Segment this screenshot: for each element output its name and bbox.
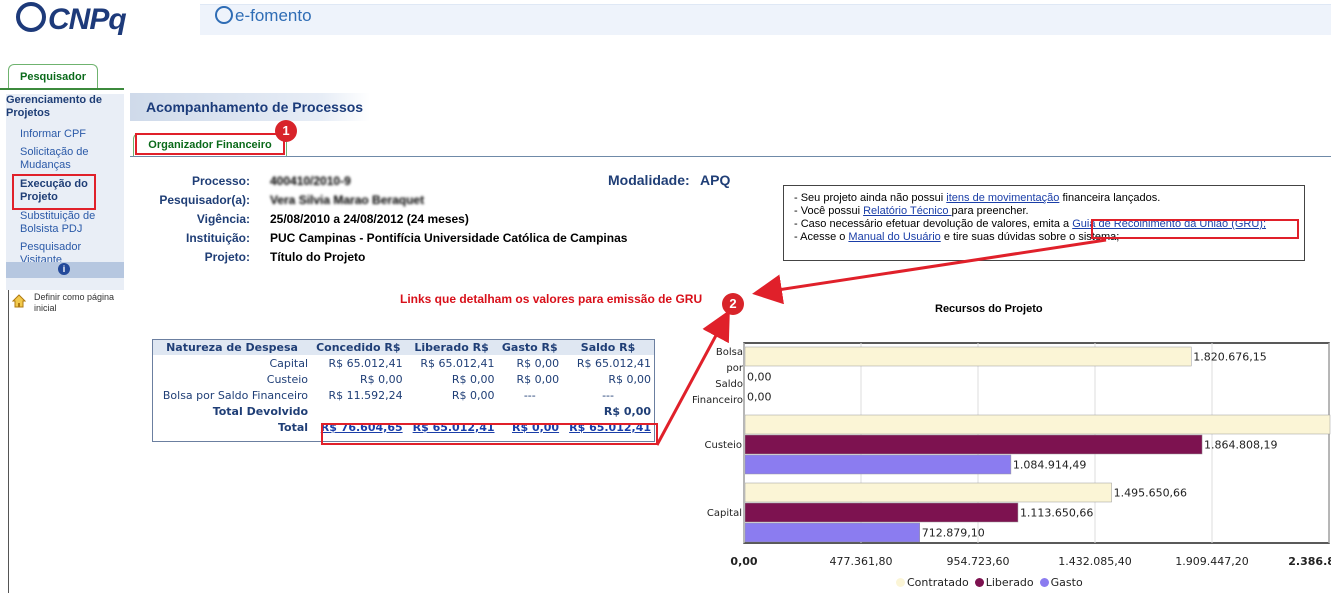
x-tick-label: 477.361,80 <box>830 555 893 567</box>
data-label: 1.864.808,19 <box>1204 439 1277 452</box>
legend-label: Gasto <box>1050 576 1083 589</box>
col-liberado: Liberado R$ <box>405 340 498 355</box>
col-natureza: Natureza de Despesa <box>153 340 312 355</box>
legend-swatch <box>896 578 905 587</box>
x-tick-label: 1.432.085,40 <box>1058 555 1131 567</box>
legend-swatch <box>974 578 984 587</box>
x-tick-label: 2.386.809,00 <box>1288 555 1331 567</box>
col-gasto: Gasto R$ <box>497 340 563 355</box>
bar <box>744 434 1203 455</box>
bar <box>744 482 1112 503</box>
col-saldo: Saldo R$ <box>562 340 654 355</box>
y-category-label: Custeio <box>705 440 743 451</box>
resources-chart: 0,00 477.361,80 954.723,60 1.432.085,40 1.90… <box>692 342 1331 567</box>
y-category-label: Bolsa <box>716 347 743 358</box>
bar <box>744 454 1012 475</box>
data-label: 0,00 <box>747 391 772 404</box>
x-tick-label: 1.909.447,20 <box>1175 555 1248 567</box>
x-tick-label: 954.723,60 <box>947 555 1010 567</box>
chart-title: Recursos do Projeto <box>935 303 1043 315</box>
y-category-label: por <box>726 363 743 374</box>
legend-label: Liberado <box>985 576 1034 589</box>
x-tick-label: 0,00 <box>730 555 757 567</box>
data-label: 0,00 <box>747 371 772 384</box>
data-label: 1.113.650,66 <box>1020 507 1093 520</box>
chart-legend: Contratado Liberado Gasto <box>890 576 1083 589</box>
data-label: 712.879,10 <box>922 527 985 540</box>
y-category-label: Saldo <box>715 379 743 390</box>
legend-label: Contratado <box>907 576 969 589</box>
table-row: Bolsa por Saldo Financeiro R$ 11.592,24 R$… <box>162 388 614 402</box>
y-category-label: Financeiro <box>692 395 743 406</box>
table-row: Custeio R$ 0,00 R$ 0,00 R$ 0,00 R$ 0,00 <box>266 372 651 386</box>
col-concedido: Concedido R$ <box>311 340 406 355</box>
bar <box>744 502 1019 523</box>
data-label: 1.820.676,15 <box>1193 351 1266 364</box>
bar <box>744 346 1192 367</box>
table-row-devolvido: Total Devolvido R$ 0,00 <box>212 404 651 418</box>
y-category-label: Capital <box>707 508 742 519</box>
bar <box>744 522 920 543</box>
data-label: 1.495.650,66 <box>1114 487 1187 500</box>
bar <box>744 414 1331 435</box>
data-label: 1.084.914,49 <box>1013 459 1086 472</box>
table-row: Capital R$ 65.012,41 R$ 65.012,41 R$ 0,00 R$… <box>269 356 651 370</box>
legend-swatch <box>1039 578 1049 587</box>
table-header-row: Natureza de Despesa Concedido R$ Liberad… <box>153 340 654 355</box>
highlight-total-links <box>321 423 658 445</box>
